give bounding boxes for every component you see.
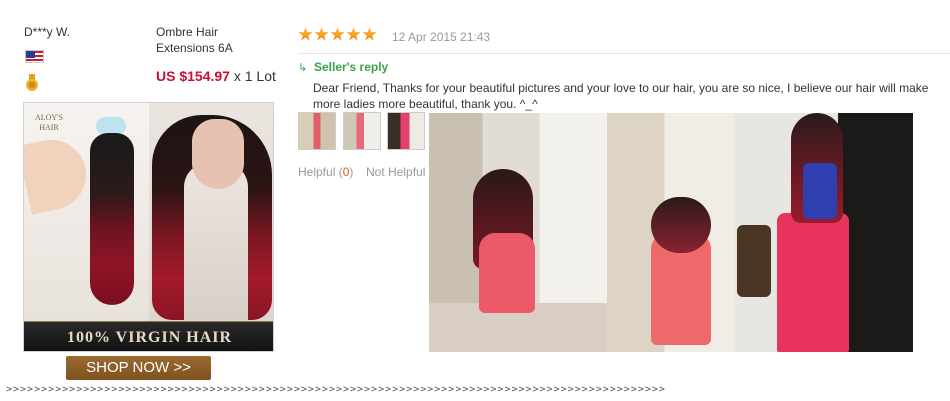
review-photo-thumbnail[interactable] bbox=[298, 112, 336, 150]
us-flag-icon bbox=[25, 50, 44, 63]
star-icon bbox=[298, 27, 313, 41]
review-photo-large[interactable] bbox=[429, 113, 607, 352]
review-photo-thumbnail[interactable] bbox=[387, 112, 425, 150]
product-promo-image[interactable]: ALOY'S HAIR 100% VIRGIN HAIR bbox=[23, 102, 274, 352]
product-name-link[interactable]: Ombre Hair Extensions 6A bbox=[156, 24, 276, 56]
helpful-button[interactable]: Helpful (0) bbox=[298, 165, 353, 179]
model-face-illustration bbox=[192, 119, 244, 189]
star-icon bbox=[346, 27, 361, 41]
review-photo-large[interactable] bbox=[607, 113, 735, 352]
helpful-label: Helpful ( bbox=[298, 165, 343, 179]
review-date: 12 Apr 2015 21:43 bbox=[392, 30, 491, 44]
star-icon bbox=[314, 27, 329, 41]
price-row: US $154.97 x 1 Lot bbox=[156, 68, 276, 84]
seller-reply-label: Seller's reply bbox=[314, 60, 389, 74]
divider bbox=[298, 53, 950, 54]
buyer-name: D***y W. bbox=[24, 25, 71, 39]
not-helpful-button[interactable]: Not Helpful bbox=[366, 165, 425, 179]
promo-banner-text: 100% VIRGIN HAIR bbox=[66, 329, 233, 346]
rating-stars bbox=[298, 27, 377, 43]
footer-divider: >>>>>>>>>>>>>>>>>>>>>>>>>>>>>>>>>>>>>>>>… bbox=[6, 384, 666, 395]
promo-banner: 100% VIRGIN HAIR bbox=[24, 321, 273, 351]
review-photo-thumbnail[interactable] bbox=[343, 112, 381, 150]
star-icon bbox=[330, 27, 345, 41]
seller-reply-text: Dear Friend, Thanks for your beautiful p… bbox=[313, 81, 929, 111]
star-icon bbox=[362, 27, 377, 41]
review-photo-large[interactable] bbox=[735, 113, 913, 352]
helpful-close: ) bbox=[349, 165, 354, 179]
price: US $154.97 bbox=[156, 68, 230, 84]
reply-arrow-icon: ↳ bbox=[298, 62, 308, 74]
medal-icon bbox=[26, 74, 38, 92]
shop-now-button[interactable]: SHOP NOW >> bbox=[66, 356, 211, 380]
hair-bundle-illustration bbox=[90, 133, 134, 305]
brand-logo: ALOY'S HAIR bbox=[34, 113, 64, 132]
quantity: x 1 Lot bbox=[233, 68, 276, 84]
